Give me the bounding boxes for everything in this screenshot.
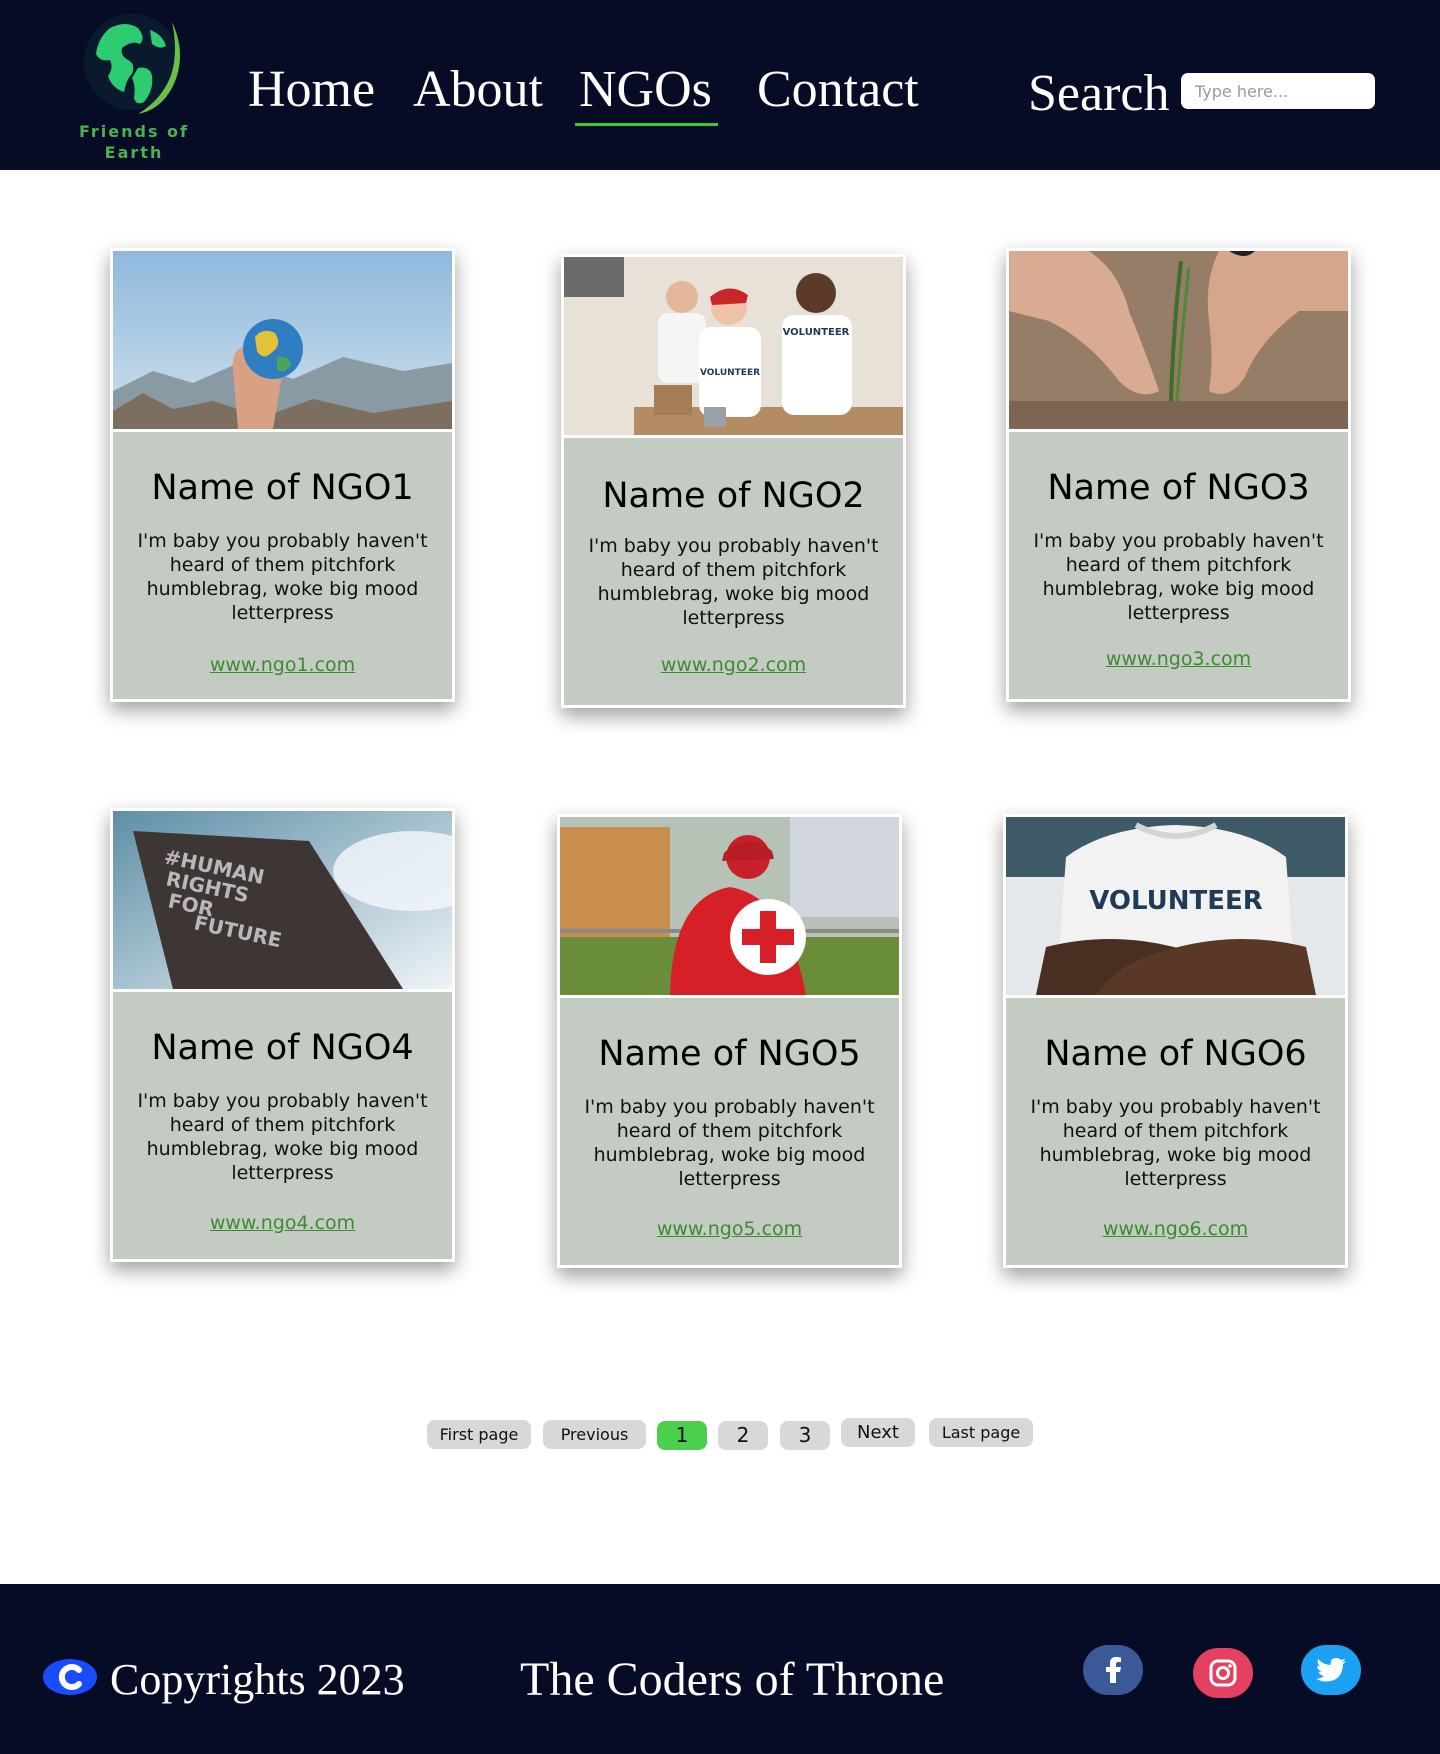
ngo-card-title: Name of NGO3 bbox=[1047, 468, 1310, 508]
ngo-card-4: #HUMAN RIGHTS FOR FUTURE Name of NGO4 I'… bbox=[110, 808, 455, 1262]
ngo-card-5: Name of NGO5 I'm baby you probably haven… bbox=[557, 814, 902, 1268]
card-divider bbox=[1009, 429, 1348, 432]
globe-in-hand-photo bbox=[113, 251, 452, 429]
copyright-text: Copyrights 2023 bbox=[110, 1655, 405, 1704]
site-logo[interactable]: Friends of Earth bbox=[78, 10, 190, 162]
ngo-card-description: I'm baby you probably haven't heard of t… bbox=[588, 535, 879, 629]
nav-home[interactable]: Home bbox=[248, 60, 375, 120]
page-2-button[interactable]: 2 bbox=[718, 1421, 768, 1450]
volunteer-shirt-print: VOLUNTEER bbox=[700, 368, 760, 378]
logo-text: Friends of Earth bbox=[78, 121, 190, 163]
ngo-card-description: I'm baby you probably haven't heard of t… bbox=[137, 1090, 428, 1184]
ngo-card-link[interactable]: www.ngo1.com bbox=[113, 653, 452, 677]
ngo-card-title: Name of NGO5 bbox=[598, 1034, 861, 1074]
team-name: The Coders of Throne bbox=[520, 1653, 945, 1706]
site-header: Friends of Earth Home About NGOs Contact… bbox=[0, 0, 1440, 170]
ngo-card-2: VOLUNTEER VOLUNTEER Name of NGO2 I'm bab… bbox=[561, 254, 906, 708]
search-label: Search bbox=[1028, 65, 1170, 122]
page-1-button[interactable]: 1 bbox=[657, 1421, 707, 1450]
ngo-card-description: I'm baby you probably haven't heard of t… bbox=[1030, 1096, 1321, 1190]
ngo-card-title: Name of NGO4 bbox=[151, 1028, 414, 1068]
protest-sign-photo: #HUMAN RIGHTS FOR FUTURE bbox=[113, 811, 452, 989]
ngo-card-1: Name of NGO1 I'm baby you probably haven… bbox=[110, 248, 455, 702]
shirt-print-text: VOLUNTEER bbox=[1089, 886, 1263, 916]
nav-ngos[interactable]: NGOs bbox=[575, 60, 718, 126]
nav-contact[interactable]: Contact bbox=[757, 60, 919, 120]
search-input[interactable] bbox=[1181, 73, 1375, 109]
card-divider bbox=[560, 995, 899, 998]
twitter-icon[interactable] bbox=[1301, 1645, 1361, 1695]
facebook-icon[interactable] bbox=[1083, 1645, 1143, 1695]
logo-text-line1: Friends of bbox=[78, 122, 190, 141]
volunteers-photo: VOLUNTEER VOLUNTEER bbox=[564, 257, 903, 435]
instagram-icon[interactable] bbox=[1193, 1648, 1253, 1698]
ngo-card-6: VOLUNTEER Name of NGO6 I'm baby you prob… bbox=[1003, 814, 1348, 1268]
ngo-card-title: Name of NGO6 bbox=[1044, 1034, 1307, 1074]
ngo-card-3: Name of NGO3 I'm baby you probably haven… bbox=[1006, 248, 1351, 702]
earth-logo-icon bbox=[84, 14, 180, 114]
ngo-card-description: I'm baby you probably haven't heard of t… bbox=[1033, 530, 1324, 624]
nav-about[interactable]: About bbox=[413, 60, 543, 120]
card-divider bbox=[113, 429, 452, 432]
ngo-card-title: Name of NGO1 bbox=[151, 468, 414, 508]
ngo-card-link[interactable]: www.ngo2.com bbox=[564, 653, 903, 677]
volunteer-shirt-photo: VOLUNTEER bbox=[1006, 817, 1345, 995]
card-divider bbox=[1006, 995, 1345, 998]
ngo-card-title: Name of NGO2 bbox=[602, 476, 865, 516]
next-button[interactable]: Next bbox=[841, 1418, 915, 1447]
ngo-card-description: I'm baby you probably haven't heard of t… bbox=[584, 1096, 875, 1190]
volunteer-shirt-print: VOLUNTEER bbox=[783, 327, 850, 338]
planting-hands-photo bbox=[1009, 251, 1348, 429]
ngo-card-description: I'm baby you probably haven't heard of t… bbox=[137, 530, 428, 624]
ngo-card-link[interactable]: www.ngo5.com bbox=[560, 1217, 899, 1241]
logo-text-line2: Earth bbox=[104, 143, 164, 162]
site-footer: Copyrights 2023 The Coders of Throne bbox=[0, 1584, 1440, 1754]
last-page-button[interactable]: Last page bbox=[929, 1418, 1033, 1447]
previous-button[interactable]: Previous bbox=[543, 1420, 646, 1449]
first-page-button[interactable]: First page bbox=[427, 1420, 531, 1449]
card-divider bbox=[564, 435, 903, 438]
red-cross-worker-photo bbox=[560, 817, 899, 995]
ngo-card-link[interactable]: www.ngo6.com bbox=[1006, 1217, 1345, 1241]
ngo-card-link[interactable]: www.ngo4.com bbox=[113, 1211, 452, 1235]
page-3-button[interactable]: 3 bbox=[780, 1421, 830, 1450]
card-divider bbox=[113, 989, 452, 992]
copyright-icon bbox=[42, 1658, 98, 1696]
ngo-card-link[interactable]: www.ngo3.com bbox=[1009, 647, 1348, 671]
